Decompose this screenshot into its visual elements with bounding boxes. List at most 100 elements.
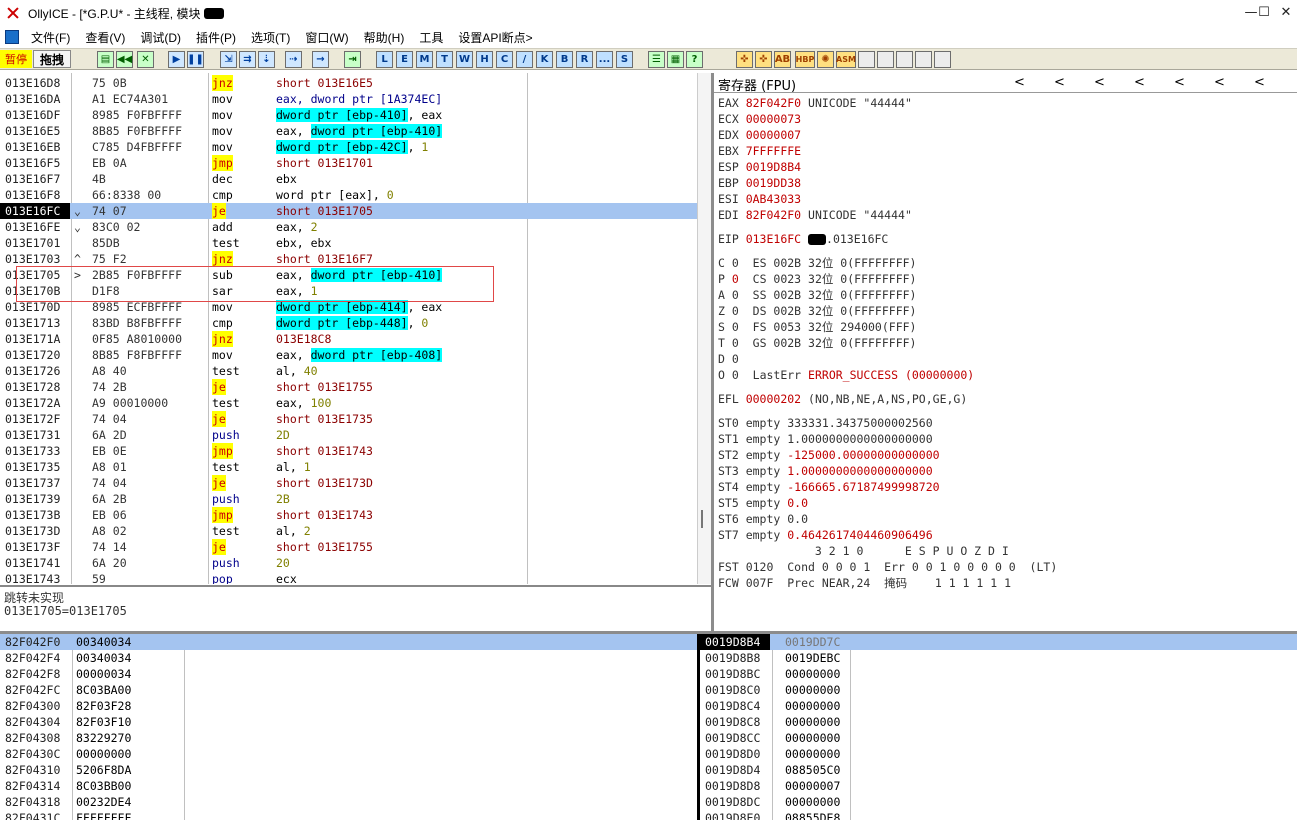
trace-over-icon[interactable]: ⇢: [285, 51, 302, 68]
disasm-row[interactable]: 013E16DA A1 EC74A301 mov eax, dword ptr [1…: [0, 91, 697, 107]
disasm-row[interactable]: 013E1737 74 04 je short 013E173D: [0, 475, 697, 491]
stack-row[interactable]: 0019D8C0 00000000: [700, 682, 1297, 698]
disasm-row[interactable]: 013E1743 59 pop ecx: [0, 571, 697, 584]
stack-pane[interactable]: 0019D8B4 0019DD7C 0019D8B8 0019DEBC 0019D8BC…: [700, 634, 1297, 820]
dump-row[interactable]: 82F04314 8C03BB00: [0, 778, 697, 794]
tb-W[interactable]: W: [456, 51, 473, 68]
dump-row[interactable]: 82F04318 00232DE4: [0, 794, 697, 810]
disasm-row[interactable]: 013E172F 74 04 je short 013E1735: [0, 411, 697, 427]
execute-till-return-icon[interactable]: →: [312, 51, 329, 68]
regs-arrow-5[interactable]: <: [1174, 75, 1185, 90]
trace-into-icon[interactable]: ⇣: [258, 51, 275, 68]
tb-slash[interactable]: /: [516, 51, 533, 68]
disasm-row[interactable]: 013E1713 83BD B8FBFFFF cmp dword ptr [ebp-…: [0, 315, 697, 331]
maximize-button[interactable]: ☐: [1253, 0, 1275, 24]
stack-row[interactable]: 0019D8B8 0019DEBC: [700, 650, 1297, 666]
close-debuggee-icon[interactable]: ✕: [137, 51, 154, 68]
dump-row[interactable]: 82F042FC 8C03BA00: [0, 682, 697, 698]
plugin-gear-icon[interactable]: ✺: [817, 51, 834, 68]
close-button[interactable]: ✕: [1275, 0, 1297, 24]
menu-tools[interactable]: 工具: [413, 29, 452, 46]
tb-C[interactable]: C: [496, 51, 513, 68]
plugin-ab-icon[interactable]: AB: [774, 51, 791, 68]
step-into-icon[interactable]: ⇲: [220, 51, 237, 68]
regs-arrow-7[interactable]: <: [1254, 75, 1265, 90]
regs-arrow-6[interactable]: <: [1214, 75, 1225, 90]
tb-S[interactable]: S: [616, 51, 633, 68]
registers-header[interactable]: 寄存器 (FPU) < < < < < < <: [714, 73, 1297, 94]
blank-button-3[interactable]: [896, 51, 913, 68]
disasm-row[interactable]: 013E1728 74 2B je short 013E1755: [0, 379, 697, 395]
menu-help[interactable]: 帮助(H): [358, 29, 414, 46]
help-icon[interactable]: ?: [686, 51, 703, 68]
blank-button-4[interactable]: [915, 51, 932, 68]
regs-arrow-2[interactable]: <: [1054, 75, 1065, 90]
tb-R[interactable]: R: [576, 51, 593, 68]
dump-row[interactable]: 82F042F4 00340034: [0, 650, 697, 666]
stack-row[interactable]: 0019D8C4 00000000: [700, 698, 1297, 714]
disasm-row[interactable]: 013E16F8 66:8338 00 cmp word ptr [eax], 0: [0, 187, 697, 203]
stack-row[interactable]: 0019D8D4 088505C0: [700, 762, 1297, 778]
tb-K[interactable]: K: [536, 51, 553, 68]
menu-window[interactable]: 窗口(W): [299, 29, 357, 46]
disasm-row[interactable]: 013E16F5 EB 0A jmp short 013E1701: [0, 155, 697, 171]
disasm-row[interactable]: 013E16DF 8985 F0FBFFFF mov dword ptr [ebp-…: [0, 107, 697, 123]
restart-icon[interactable]: ◀◀: [116, 51, 133, 68]
mdi-system-icon[interactable]: [5, 30, 19, 44]
tb-L[interactable]: L: [376, 51, 393, 68]
open-icon[interactable]: ▤: [97, 51, 114, 68]
blank-button-1[interactable]: [858, 51, 875, 68]
disasm-row[interactable]: 013E173F 74 14 je short 013E1755: [0, 539, 697, 555]
disasm-row[interactable]: 013E1731 6A 2D push 2D: [0, 427, 697, 443]
stack-row[interactable]: 0019D8C8 00000000: [700, 714, 1297, 730]
regs-arrow-3[interactable]: <: [1094, 75, 1105, 90]
menu-options[interactable]: 选项(T): [245, 29, 299, 46]
disasm-row[interactable]: 013E1701 85DB test ebx, ebx: [0, 235, 697, 251]
cpu-scrollbar[interactable]: [697, 73, 711, 584]
disasm-row[interactable]: 013E171A 0F85 A8010000 jnz 013E18C8: [0, 331, 697, 347]
tb-M[interactable]: M: [416, 51, 433, 68]
disasm-row[interactable]: 013E16F7 4B dec ebx: [0, 171, 697, 187]
dump-row[interactable]: 82F04310 5206F8DA: [0, 762, 697, 778]
tb-B[interactable]: B: [556, 51, 573, 68]
grid-icon[interactable]: ▦: [667, 51, 684, 68]
stack-row[interactable]: 0019D8D8 00000007: [700, 778, 1297, 794]
dump-row[interactable]: 82F042F0 00340034: [0, 634, 697, 650]
cpu-disassembly-pane[interactable]: 013E16D8 75 0B jnz short 013E16E5 013E16DA …: [0, 73, 697, 584]
stack-row[interactable]: 0019D8B4 0019DD7C: [700, 634, 1297, 650]
dump-row[interactable]: 82F04308 83229270: [0, 730, 697, 746]
tb-dots[interactable]: ...: [596, 51, 613, 68]
menu-view[interactable]: 查看(V): [79, 29, 134, 46]
dump-row[interactable]: 82F04300 82F03F28: [0, 698, 697, 714]
plugin-asm-icon[interactable]: ASM: [836, 51, 856, 68]
disasm-row[interactable]: 013E1741 6A 20 push 20: [0, 555, 697, 571]
menu-plugins[interactable]: 插件(P): [190, 29, 245, 46]
plugin2-icon[interactable]: ✜: [755, 51, 772, 68]
menu-set-api-bp[interactable]: 设置API断点>: [452, 29, 541, 46]
run-icon[interactable]: ▶: [168, 51, 185, 68]
dump-row[interactable]: 82F04304 82F03F10: [0, 714, 697, 730]
tb-T[interactable]: T: [436, 51, 453, 68]
disasm-row[interactable]: 013E173B EB 06 jmp short 013E1743: [0, 507, 697, 523]
stack-row[interactable]: 0019D8CC 00000000: [700, 730, 1297, 746]
disasm-row[interactable]: 013E16D8 75 0B jnz short 013E16E5: [0, 75, 697, 91]
scroll-thumb[interactable]: [701, 510, 703, 528]
disasm-row[interactable]: 013E16EB C785 D4FBFFFF mov dword ptr [ebp-…: [0, 139, 697, 155]
disasm-row[interactable]: 013E1733 EB 0E jmp short 013E1743: [0, 443, 697, 459]
stack-row[interactable]: 0019D8DC 00000000: [700, 794, 1297, 810]
tb-H[interactable]: H: [476, 51, 493, 68]
disasm-row[interactable]: 013E1703 ^ 75 F2 jnz short 013E16F7: [0, 251, 697, 267]
dump-row[interactable]: 82F0431C FFFFFFFF: [0, 810, 697, 820]
disasm-row[interactable]: 013E16FE ⌄ 83C0 02 add eax, 2: [0, 219, 697, 235]
blank-button-5[interactable]: [934, 51, 951, 68]
disasm-row[interactable]: 013E1739 6A 2B push 2B: [0, 491, 697, 507]
plugin1-icon[interactable]: ✜: [736, 51, 753, 68]
dump-row[interactable]: 82F0430C 00000000: [0, 746, 697, 762]
disasm-row[interactable]: 013E16E5 8B85 F0FBFFFF mov eax, dword ptr …: [0, 123, 697, 139]
memory-dump-pane[interactable]: 82F042F0 00340034 82F042F4 00340034 82F042F8…: [0, 634, 697, 820]
disasm-row[interactable]: 013E16FC ⌄ 74 07 je short 013E1705: [0, 203, 697, 219]
disasm-row[interactable]: 013E173D A8 02 test al, 2: [0, 523, 697, 539]
regs-arrow-1[interactable]: <: [1014, 75, 1025, 90]
menu-file[interactable]: 文件(F): [25, 29, 79, 46]
disasm-row[interactable]: 013E1735 A8 01 test al, 1: [0, 459, 697, 475]
